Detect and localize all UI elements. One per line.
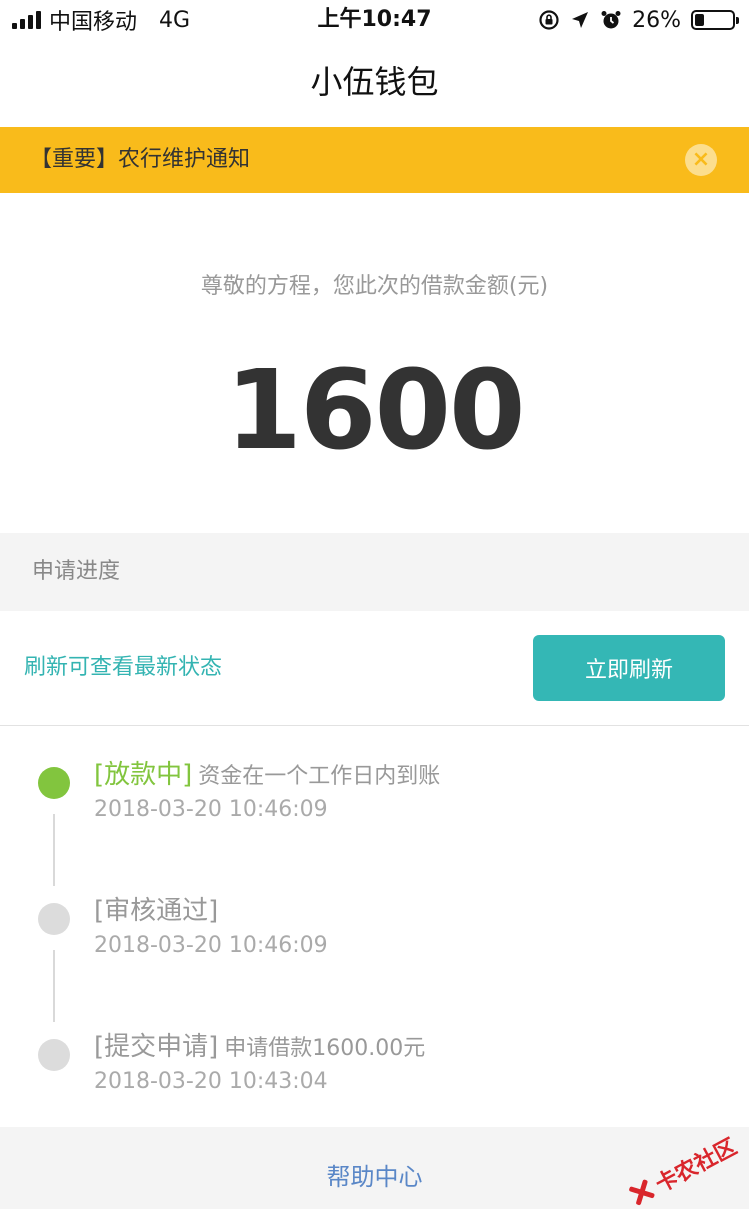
step-desc: 资金在一个工作日内到账 — [198, 764, 441, 789]
step-status: [提交申请] — [94, 1032, 219, 1062]
rotation-lock-icon — [539, 10, 559, 30]
amount-value: 1600 — [225, 346, 525, 474]
notice-text[interactable]: 【重要】农行维护通知 — [30, 127, 250, 193]
step-time: 2018-03-20 10:46:09 — [94, 933, 328, 958]
timeline-step-title: [审核通过] — [94, 890, 224, 927]
timeline-connector — [53, 950, 55, 1022]
step-status: [审核通过] — [94, 896, 219, 926]
status-right: 26% — [538, 6, 739, 34]
alarm-clock-icon — [601, 11, 621, 29]
status-bar: 中国移动 4G 上午10:47 26% — [0, 0, 749, 40]
step-time: 2018-03-20 10:46:09 — [94, 797, 328, 822]
close-icon[interactable]: × — [685, 144, 717, 176]
page-title: 小伍钱包 — [310, 63, 439, 101]
timeline-connector — [53, 814, 55, 886]
progress-section-header: 申请进度 — [0, 533, 749, 611]
refresh-hint: 刷新可查看最新状态 — [24, 655, 223, 680]
step-desc: 申请借款1600.00元 — [224, 1036, 426, 1061]
location-arrow-icon — [572, 12, 589, 28]
step-time: 2018-03-20 10:43:04 — [94, 1069, 328, 1094]
section-title: 申请进度 — [32, 559, 121, 584]
amount-label: 尊敬的方程，您此次的借款金额(元) — [200, 274, 549, 299]
refresh-button[interactable]: 立即刷新 — [533, 635, 725, 701]
step-status: [放款中] — [94, 760, 193, 790]
timeline-dot — [38, 1039, 70, 1071]
footer: 帮助中心 卡农社区 — [0, 1127, 749, 1209]
timeline-dot-active — [38, 767, 70, 799]
battery-percent: 26% — [632, 7, 681, 33]
timeline-step-title: [放款中] 资金在一个工作日内到账 — [94, 754, 440, 791]
notice-banner[interactable]: 【重要】农行维护通知 × — [0, 127, 749, 193]
battery-fill — [695, 14, 705, 26]
timeline-dot — [38, 903, 70, 935]
battery-icon — [691, 10, 739, 30]
timeline-step-title: [提交申请] 申请借款1600.00元 — [94, 1026, 425, 1063]
refresh-row: 刷新可查看最新状态 立即刷新 — [0, 611, 749, 726]
